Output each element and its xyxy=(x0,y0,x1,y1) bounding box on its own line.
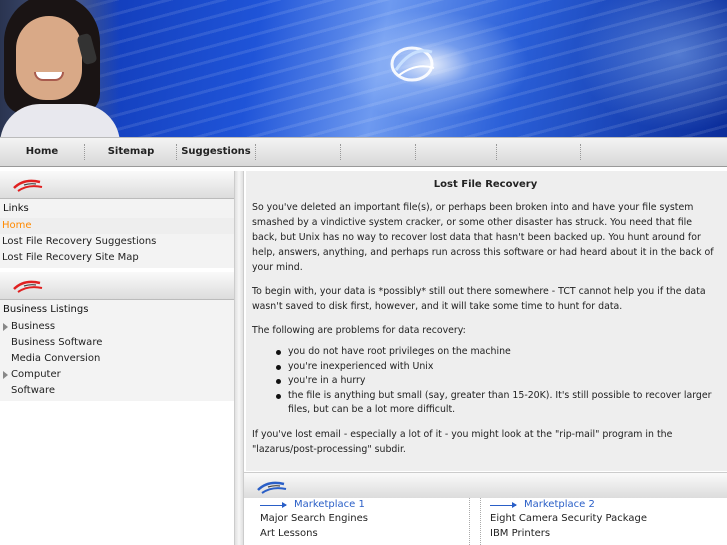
marketplace-item[interactable]: Eight Camera Security Package xyxy=(490,512,700,527)
list-item: you do not have root privileges on the m… xyxy=(276,345,719,360)
sidebar-business-title: Business Listings xyxy=(3,304,89,315)
marketplace-item[interactable]: Art Lessons xyxy=(260,527,470,542)
left-sidebar: Links Home Lost File Recovery Suggestion… xyxy=(0,171,234,545)
marketplace-2-link[interactable]: Marketplace 2 xyxy=(490,498,700,512)
article-title: Lost File Recovery xyxy=(433,179,538,190)
nav-separator xyxy=(340,144,341,160)
article-paragraph: So you've deleted an important file(s), … xyxy=(252,202,714,273)
arrow-right-icon xyxy=(260,502,287,508)
expand-arrow-icon xyxy=(3,323,8,331)
business-item-software[interactable]: Software xyxy=(0,383,234,399)
business-item-label: Business Software xyxy=(11,337,103,348)
header-banner xyxy=(0,0,727,137)
nav-separator xyxy=(176,144,177,160)
nav-separator xyxy=(84,144,85,160)
list-item: the file is anything but small (say, gre… xyxy=(276,389,719,418)
article-paragraph: If you've lost email - especially a lot … xyxy=(252,428,673,455)
sidebar-link-suggestions[interactable]: Lost File Recovery Suggestions xyxy=(0,234,234,250)
sidebar-link-home[interactable]: Home xyxy=(0,218,234,234)
swirl-logo-icon xyxy=(13,179,43,192)
column-divider xyxy=(234,171,244,545)
nav-separator xyxy=(496,144,497,160)
sidebar-link-site-map[interactable]: Lost File Recovery Site Map xyxy=(0,250,234,266)
sidebar-business-section: Business Listings Business Business Soft… xyxy=(0,300,234,401)
sidebar-links-title: Links xyxy=(3,203,29,214)
marketplace-title: Marketplace 2 xyxy=(524,499,595,510)
sidebar-links-section: Links Home Lost File Recovery Suggestion… xyxy=(0,199,234,268)
business-item-business[interactable]: Business xyxy=(0,319,234,335)
nav-home[interactable]: Home xyxy=(0,138,84,166)
business-item-label: Business xyxy=(11,321,56,332)
marketplace-header xyxy=(244,472,727,498)
marketplace-column-2: Marketplace 2 Eight Camera Security Pack… xyxy=(490,498,700,541)
marketplace-column-1: Marketplace 1 Major Search Engines Art L… xyxy=(260,498,470,541)
banner-photo-woman-on-phone xyxy=(0,0,120,137)
swirl-logo-icon xyxy=(257,481,287,494)
list-item: you're in a hurry xyxy=(276,374,719,389)
list-item: you're inexperienced with Unix xyxy=(276,360,719,375)
marketplace-separator xyxy=(469,498,481,545)
business-item-computer[interactable]: Computer xyxy=(0,367,234,383)
expand-arrow-icon xyxy=(3,371,8,379)
article-paragraph: The following are problems for data reco… xyxy=(252,325,466,336)
business-item-label: Media Conversion xyxy=(11,353,101,364)
problems-list: you do not have root privileges on the m… xyxy=(276,345,719,418)
marketplace-title: Marketplace 1 xyxy=(294,499,365,510)
business-item-label: Software xyxy=(11,385,56,396)
nav-separator xyxy=(580,144,581,160)
arrow-right-icon xyxy=(490,502,517,508)
banner-right-glow xyxy=(567,0,727,137)
business-item-business-software[interactable]: Business Software xyxy=(0,335,234,351)
nav-separator xyxy=(255,144,256,160)
sidebar-business-header xyxy=(0,272,234,300)
business-item-media-conversion[interactable]: Media Conversion xyxy=(0,351,234,367)
article-paragraph: To begin with, your data is *possibly* s… xyxy=(252,286,706,312)
sidebar-links-header xyxy=(0,171,234,199)
marketplace-1-link[interactable]: Marketplace 1 xyxy=(260,498,470,512)
business-item-label: Computer xyxy=(11,369,61,380)
globe-logo-icon xyxy=(390,46,435,82)
nav-sitemap[interactable]: Sitemap xyxy=(88,138,174,166)
main-content: Lost File Recovery So you've deleted an … xyxy=(246,171,727,471)
swirl-logo-icon xyxy=(13,280,43,293)
marketplace-item[interactable]: IBM Printers xyxy=(490,527,700,542)
nav-separator xyxy=(415,144,416,160)
top-navigation: Home Sitemap Suggestions xyxy=(0,137,727,167)
marketplace-item[interactable]: Major Search Engines xyxy=(260,512,470,527)
nav-suggestions[interactable]: Suggestions xyxy=(178,138,254,166)
